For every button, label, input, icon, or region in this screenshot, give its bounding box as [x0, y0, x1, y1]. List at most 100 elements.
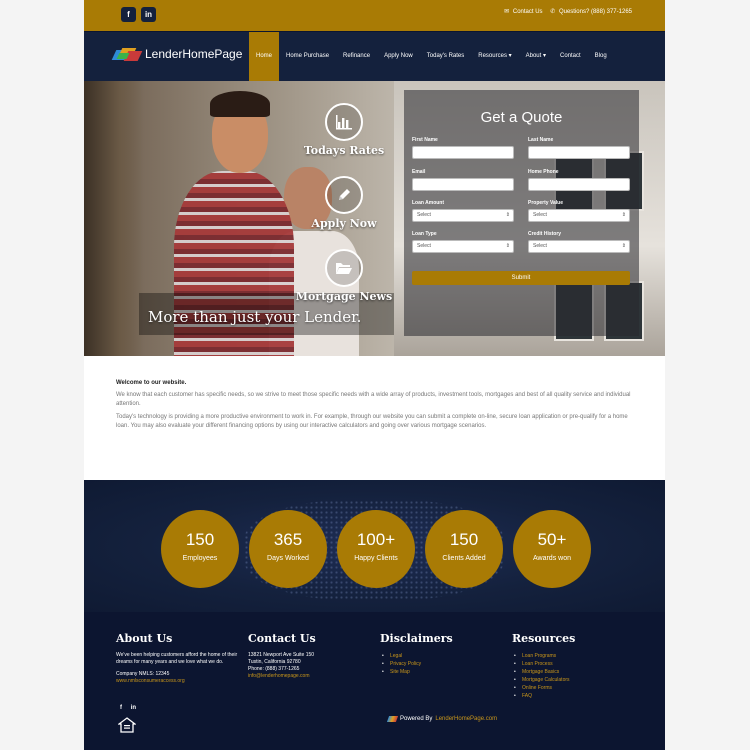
nav-todays-rates[interactable]: Today's Rates — [420, 32, 472, 82]
page: f in ✉ Contact Us ✆ Questions? (888) 377… — [84, 0, 665, 750]
powered-by-prefix: Powered By — [400, 716, 433, 722]
home-phone-group: Home Phone — [528, 169, 630, 191]
footer-link-sitemap[interactable]: Site Map — [382, 668, 510, 676]
welcome-section: Welcome to our website. We know that eac… — [116, 380, 636, 435]
stat-number: 150 — [185, 530, 215, 549]
stat-caption: Happy Clients — [354, 555, 398, 562]
stat-days-worked: 365 Days Worked — [249, 510, 327, 588]
select-arrow-icon: ⇕ — [505, 212, 510, 218]
welcome-heading: Welcome to our website. — [116, 380, 187, 386]
last-name-label: Last Name — [528, 137, 554, 143]
todays-rates-action[interactable]: Todays Rates — [294, 103, 394, 157]
footer-phone: Phone: (888) 377-1265 — [248, 666, 300, 672]
property-value-select[interactable]: Select ⇕ — [528, 209, 630, 222]
stat-happy-clients: 100+ Happy Clients — [337, 510, 415, 588]
stat-clients-added: 150 Clients Added — [425, 510, 503, 588]
credit-history-select[interactable]: Select ⇕ — [528, 240, 630, 253]
nav-contact[interactable]: Contact — [553, 32, 588, 82]
last-name-group: Last Name — [528, 137, 630, 159]
property-value-group: Property Value Select ⇕ — [528, 200, 630, 222]
stat-awards-won: 50+ Awards won — [513, 510, 591, 588]
footer-disclaimers-title: Disclaimers — [380, 632, 453, 645]
contact-us-link[interactable]: Contact Us — [513, 9, 543, 15]
nav-menu: Home Home Purchase Refinance Apply Now T… — [249, 32, 614, 82]
nav-apply-now[interactable]: Apply Now — [377, 32, 420, 82]
footer-resources-title: Resources — [512, 632, 576, 645]
footer-nmls: Company NMLS: 12345 — [116, 671, 170, 677]
footer-facebook-icon[interactable]: f — [120, 705, 122, 711]
home-phone-label: Home Phone — [528, 169, 559, 175]
stat-caption: Days Worked — [267, 555, 309, 562]
stat-caption: Employees — [182, 555, 218, 562]
stats-section: 150 Employees 365 Days Worked 100+ Happy… — [84, 480, 665, 612]
facebook-icon[interactable]: f — [121, 7, 136, 22]
footer-email-link[interactable]: info@lenderhomepage.com — [248, 673, 378, 680]
select-arrow-icon: ⇕ — [621, 212, 626, 218]
questions-phone-link[interactable]: Questions? (888) 377-1265 — [559, 9, 632, 15]
mortgage-news-action[interactable]: Mortgage News — [294, 249, 394, 303]
hero-banner: More than just your Lender. Todays Rates… — [84, 81, 665, 356]
loan-amount-label: Loan Amount — [412, 200, 445, 206]
footer-social: f in — [120, 705, 143, 711]
nav-about[interactable]: About ▾ — [519, 32, 553, 82]
footer-link-mortgage-basics[interactable]: Mortgage Basics — [514, 668, 642, 676]
footer-link-legal[interactable]: Legal — [382, 652, 510, 660]
hero-tree — [84, 81, 144, 356]
powered-by: Powered By LenderHomePage.com — [386, 716, 497, 722]
first-name-label: First Name — [412, 137, 438, 143]
property-value-label: Property Value — [528, 200, 564, 206]
stat-number: 50+ — [537, 530, 567, 549]
first-name-input[interactable] — [412, 146, 514, 159]
brand-logo[interactable]: LenderHomePage — [111, 47, 243, 61]
loan-type-group: Loan Type Select ⇕ — [412, 231, 514, 253]
home-phone-input[interactable] — [528, 178, 630, 191]
nav-resources[interactable]: Resources ▾ — [471, 32, 518, 82]
email-label: Email — [412, 169, 426, 175]
todays-rates-label: Todays Rates — [303, 144, 385, 157]
footer-resources: Resources Loan Programs Loan Process Mor… — [512, 632, 642, 700]
footer-contact-title: Contact Us — [248, 632, 316, 645]
top-contact-links: ✉ Contact Us ✆ Questions? (888) 377-1265 — [498, 8, 632, 15]
nav-home-purchase[interactable]: Home Purchase — [279, 32, 336, 82]
quote-form-panel: Get a Quote First Name Last Name Email H… — [404, 90, 639, 336]
footer-link-privacy[interactable]: Privacy Policy — [382, 660, 510, 668]
site-footer: About Us We've been helping customers af… — [84, 612, 665, 750]
footer-linkedin-icon[interactable]: in — [131, 705, 136, 711]
footer-link-faq[interactable]: FAQ — [514, 692, 642, 700]
footer-link-online-forms[interactable]: Online Forms — [514, 684, 642, 692]
hero-tagline: More than just your Lender. — [148, 308, 362, 326]
powered-by-link[interactable]: LenderHomePage.com — [435, 716, 497, 722]
welcome-paragraph-1: We know that each customer has specific … — [116, 392, 631, 407]
nav-blog[interactable]: Blog — [588, 32, 614, 82]
last-name-input[interactable] — [528, 146, 630, 159]
footer-address-2: Tustin, California 92780 — [248, 659, 301, 665]
footer-link-loan-process[interactable]: Loan Process — [514, 660, 642, 668]
footer-disclaimers: Disclaimers Legal Privacy Policy Site Ma… — [380, 632, 510, 676]
footer-about-text: We've been helping customers afford the … — [116, 652, 238, 665]
brand-name: LenderHomePage — [145, 47, 243, 61]
footer-address-1: 13821 Newport Ave Suite 150 — [248, 652, 315, 658]
equal-housing-lender-icon — [117, 717, 137, 735]
main-navbar: LenderHomePage Home Home Purchase Refina… — [84, 31, 665, 82]
footer-link-loan-programs[interactable]: Loan Programs — [514, 652, 642, 660]
footer-link-mortgage-calculators[interactable]: Mortgage Calculators — [514, 676, 642, 684]
phone-icon: ✆ — [550, 9, 556, 15]
linkedin-icon[interactable]: in — [141, 7, 156, 22]
nav-home[interactable]: Home — [249, 32, 280, 82]
loan-amount-select[interactable]: Select ⇕ — [412, 209, 514, 222]
apply-now-action[interactable]: Apply Now — [294, 176, 394, 230]
select-arrow-icon: ⇕ — [505, 243, 510, 249]
credit-history-group: Credit History Select ⇕ — [528, 231, 630, 253]
email-group: Email — [412, 169, 514, 191]
quote-form-title: Get a Quote — [480, 109, 563, 126]
bar-chart-icon — [325, 103, 363, 141]
top-bar: f in ✉ Contact Us ✆ Questions? (888) 377… — [84, 0, 665, 31]
loan-type-select[interactable]: Select ⇕ — [412, 240, 514, 253]
stat-number: 365 — [273, 530, 303, 549]
nav-refinance[interactable]: Refinance — [336, 32, 377, 82]
submit-button[interactable]: Submit — [412, 271, 630, 285]
select-arrow-icon: ⇕ — [621, 243, 626, 249]
footer-nmls-link[interactable]: www.nmlsconsumeraccess.org — [116, 678, 246, 685]
stat-number: 150 — [449, 530, 479, 549]
email-input[interactable] — [412, 178, 514, 191]
